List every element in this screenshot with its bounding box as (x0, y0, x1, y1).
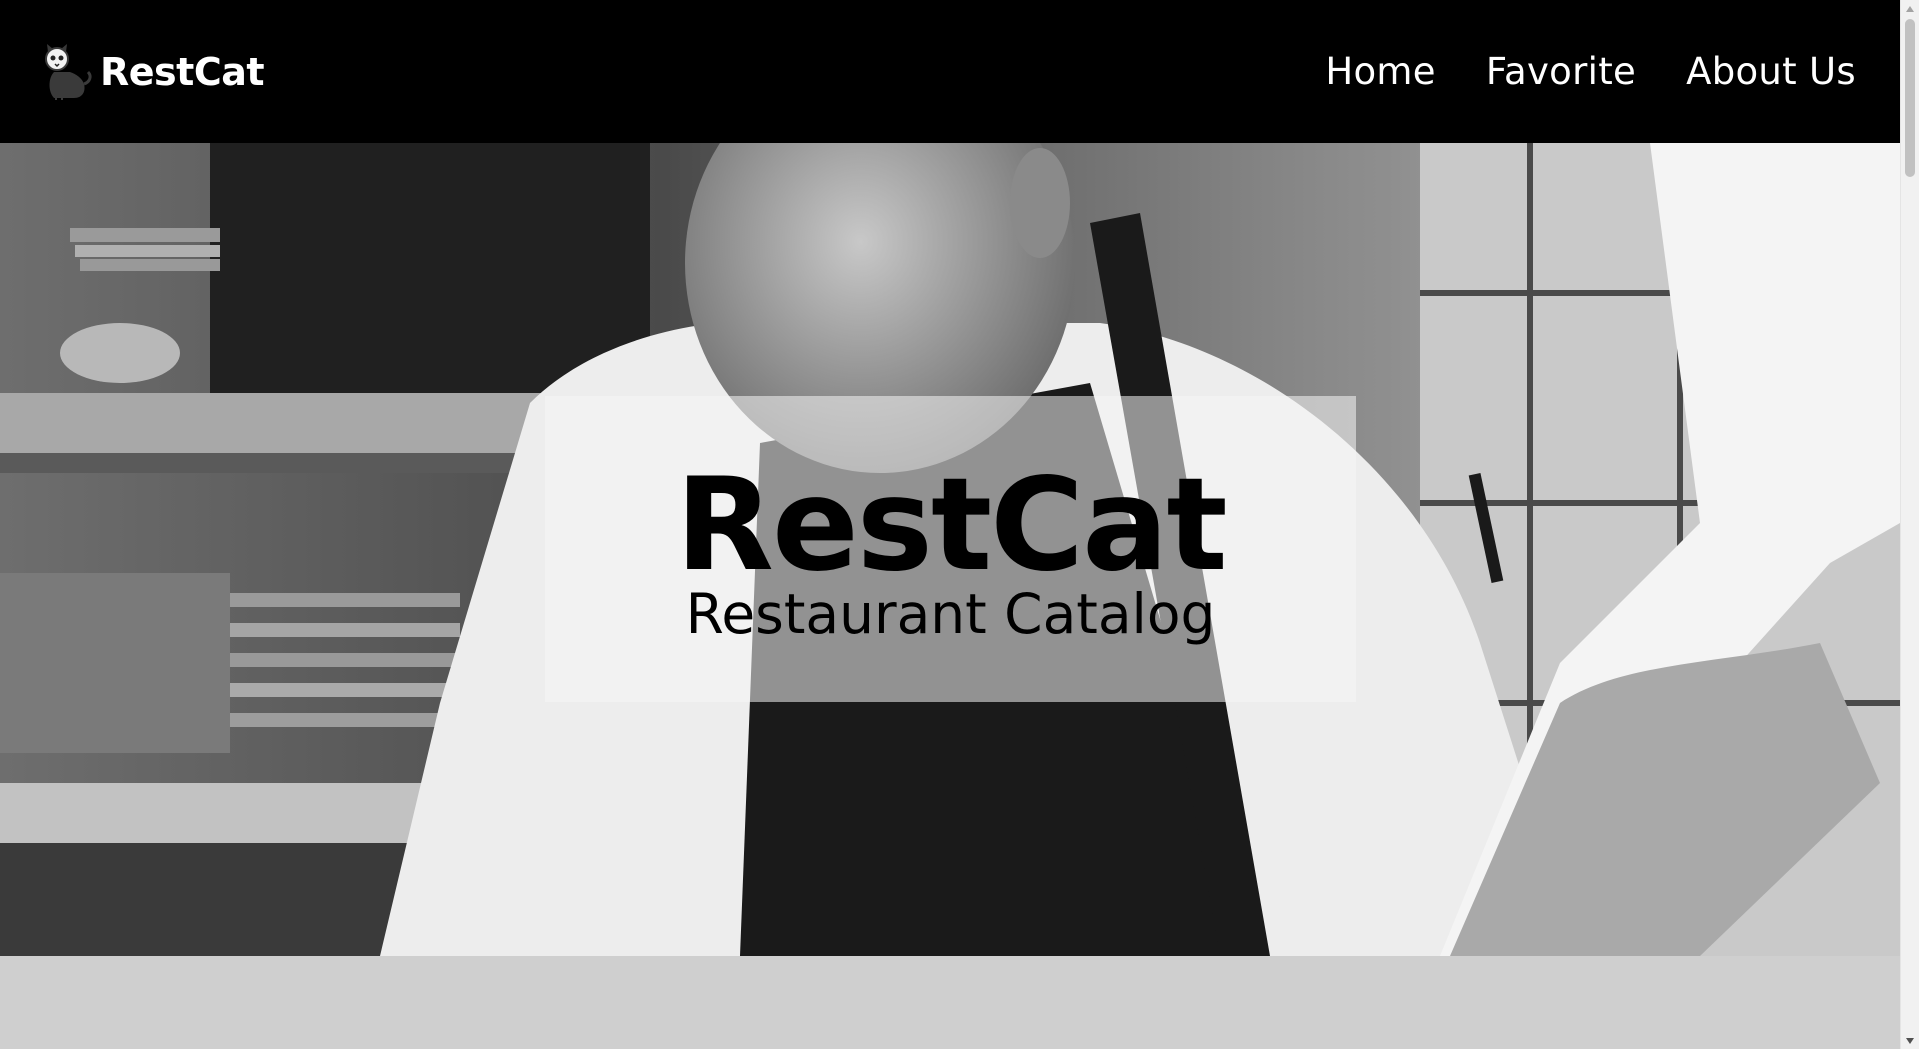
content-area (0, 956, 1900, 1049)
hero-title: RestCat (675, 451, 1227, 600)
nav-about-us-link[interactable]: About Us (1686, 50, 1856, 93)
brand-name: RestCat (100, 49, 265, 94)
main-nav: Home Favorite About Us (1325, 50, 1856, 93)
cat-icon (45, 43, 92, 100)
page: RestCat Home Favorite About Us RestCat R… (0, 0, 1919, 1049)
hero-subtitle: Restaurant Catalog (685, 582, 1216, 646)
scroll-down-arrow-icon[interactable] (1901, 1032, 1919, 1049)
scrollbar-thumb[interactable] (1905, 19, 1915, 177)
app-header: RestCat Home Favorite About Us (0, 0, 1900, 143)
brand-link[interactable]: RestCat (40, 42, 265, 102)
nav-home-link[interactable]: Home (1325, 50, 1435, 93)
vertical-scrollbar[interactable] (1900, 0, 1919, 1049)
scroll-up-arrow-icon[interactable] (1901, 0, 1919, 17)
nav-favorite-link[interactable]: Favorite (1486, 50, 1636, 93)
hero-title-overlay: RestCat Restaurant Catalog (545, 396, 1356, 702)
hero-section: RestCat Restaurant Catalog (0, 143, 1900, 956)
